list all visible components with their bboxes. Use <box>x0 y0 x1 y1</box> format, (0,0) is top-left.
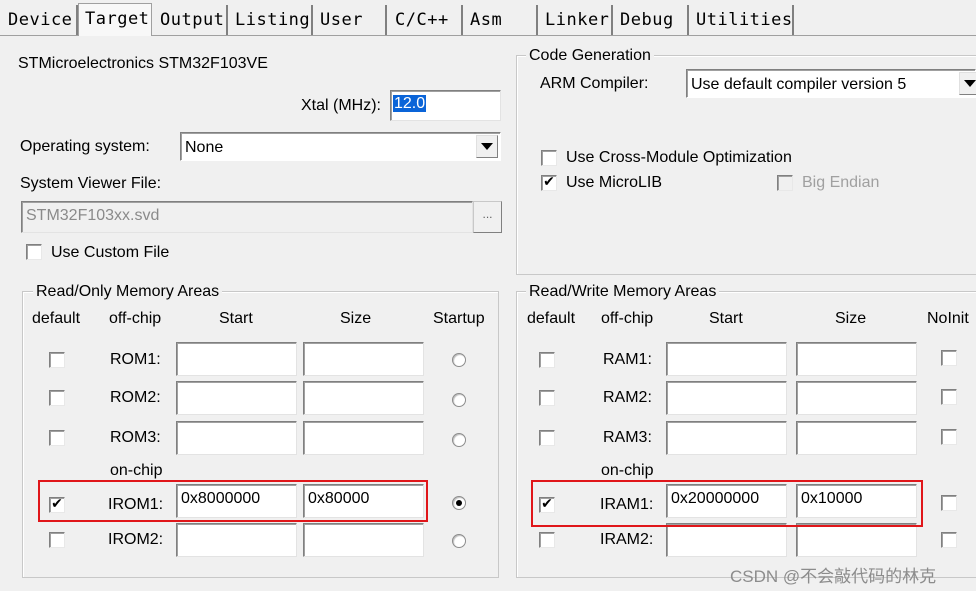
rom2-start-input[interactable] <box>176 381 297 415</box>
rom1-startup-radio[interactable] <box>452 353 466 367</box>
os-value: None <box>185 139 224 156</box>
tab-cpp[interactable]: C/C++ <box>389 5 463 35</box>
iram2-noinit-checkbox[interactable] <box>941 532 957 548</box>
xtal-input[interactable]: 12.0 <box>390 90 501 121</box>
os-dropdown-button[interactable] <box>476 135 498 158</box>
rom1-default-checkbox[interactable] <box>49 352 65 368</box>
tab-linker[interactable]: Linker <box>539 5 613 35</box>
ram2-label: RAM2: <box>603 389 652 406</box>
microlib-checkbox[interactable]: ✔ <box>541 175 557 191</box>
irom1-highlight-box <box>38 480 428 522</box>
ram1-noinit-checkbox[interactable] <box>941 350 957 366</box>
rw-header-size: Size <box>835 310 867 327</box>
irom1-startup-radio[interactable] <box>452 496 466 510</box>
rom1-size-input[interactable] <box>303 342 424 376</box>
readwrite-memory-legend: Read/Write Memory Areas <box>526 283 720 301</box>
ro-header-start: Start <box>219 310 253 327</box>
iram1-noinit-checkbox[interactable] <box>941 495 957 511</box>
arm-compiler-select[interactable]: Use default compiler version 5 <box>686 69 976 98</box>
watermark: CSDN @不会敲代码的林克 <box>730 567 937 586</box>
radio-selected-dot <box>456 500 462 506</box>
arm-compiler-value: Use default compiler version 5 <box>691 76 907 93</box>
irom2-label: IROM2: <box>108 531 164 548</box>
big-endian-checkbox[interactable] <box>777 175 793 191</box>
os-label: Operating system: <box>20 138 150 155</box>
svf-browse-button[interactable]: ... <box>473 201 502 233</box>
ram1-label: RAM1: <box>603 351 652 368</box>
rw-header-noinit: NoInit <box>927 310 969 327</box>
cross-module-checkbox[interactable] <box>541 150 557 166</box>
rom3-label: ROM3: <box>110 429 161 446</box>
rw-header-default: default <box>527 310 576 327</box>
ro-header-default: default <box>32 310 81 327</box>
iram2-start-input[interactable] <box>666 523 787 557</box>
irom2-start-input[interactable] <box>176 523 297 557</box>
ram3-start-input[interactable] <box>666 421 787 455</box>
rom3-size-input[interactable] <box>303 421 424 455</box>
ram3-size-input[interactable] <box>796 421 917 455</box>
big-endian-label: Big Endian <box>802 174 880 191</box>
rom2-startup-radio[interactable] <box>452 393 466 407</box>
xtal-label: Xtal (MHz): <box>301 97 381 114</box>
iram1-highlight-box <box>531 480 923 527</box>
rom3-start-input[interactable] <box>176 421 297 455</box>
rom1-start-input[interactable] <box>176 342 297 376</box>
ram2-size-input[interactable] <box>796 381 917 415</box>
ro-header-size: Size <box>340 310 372 327</box>
ram3-noinit-checkbox[interactable] <box>941 429 957 445</box>
chevron-down-icon <box>964 80 976 87</box>
microlib-label: Use MicroLIB <box>566 174 663 191</box>
ram3-label: RAM3: <box>603 429 652 446</box>
tab-user[interactable]: User <box>314 5 387 35</box>
rw-header-offchip: off-chip <box>601 310 654 327</box>
readonly-memory-legend: Read/Only Memory Areas <box>33 283 223 301</box>
xtal-value: 12.0 <box>393 95 427 112</box>
code-generation-legend: Code Generation <box>526 47 654 65</box>
svf-input[interactable]: STM32F103xx.svd <box>21 201 473 233</box>
device-name: STMicroelectronics STM32F103VE <box>18 55 268 72</box>
rom2-label: ROM2: <box>110 389 161 406</box>
chevron-down-icon <box>481 143 493 150</box>
tab-asm[interactable]: Asm <box>464 5 538 35</box>
svf-label: System Viewer File: <box>20 175 162 192</box>
iram2-size-input[interactable] <box>796 523 917 557</box>
tab-target[interactable]: Target <box>78 3 152 36</box>
rom3-default-checkbox[interactable] <box>49 430 65 446</box>
ram1-default-checkbox[interactable] <box>539 352 555 368</box>
tab-device[interactable]: Device <box>2 5 78 35</box>
iram2-label: IRAM2: <box>600 531 654 548</box>
ro-header-offchip: off-chip <box>109 310 162 327</box>
ro-onchip-label: on-chip <box>110 462 163 479</box>
ram2-default-checkbox[interactable] <box>539 390 555 406</box>
rw-header-start: Start <box>709 310 743 327</box>
custom-file-label: Use Custom File <box>51 244 170 261</box>
irom2-size-input[interactable] <box>303 523 424 557</box>
rom2-default-checkbox[interactable] <box>49 390 65 406</box>
iram2-default-checkbox[interactable] <box>539 532 555 548</box>
rom2-size-input[interactable] <box>303 381 424 415</box>
ro-header-startup: Startup <box>433 310 485 327</box>
rom1-label: ROM1: <box>110 351 161 368</box>
arm-compiler-dropdown-button[interactable] <box>959 72 976 95</box>
tab-listing[interactable]: Listing <box>229 5 313 35</box>
os-select[interactable]: None <box>180 132 501 161</box>
irom2-default-checkbox[interactable] <box>49 532 65 548</box>
cross-module-label: Use Cross-Module Optimization <box>566 149 792 166</box>
tab-utilities[interactable]: Utilities <box>690 5 794 35</box>
tab-output[interactable]: Output <box>154 5 228 35</box>
rom3-startup-radio[interactable] <box>452 433 466 447</box>
arm-compiler-label: ARM Compiler: <box>540 75 649 92</box>
irom2-startup-radio[interactable] <box>452 534 466 548</box>
ram2-start-input[interactable] <box>666 381 787 415</box>
rw-onchip-label: on-chip <box>601 462 654 479</box>
ram3-default-checkbox[interactable] <box>539 430 555 446</box>
ram1-size-input[interactable] <box>796 342 917 376</box>
ram2-noinit-checkbox[interactable] <box>941 389 957 405</box>
tab-debug[interactable]: Debug <box>614 5 689 35</box>
custom-file-checkbox[interactable] <box>26 244 42 260</box>
ram1-start-input[interactable] <box>666 342 787 376</box>
